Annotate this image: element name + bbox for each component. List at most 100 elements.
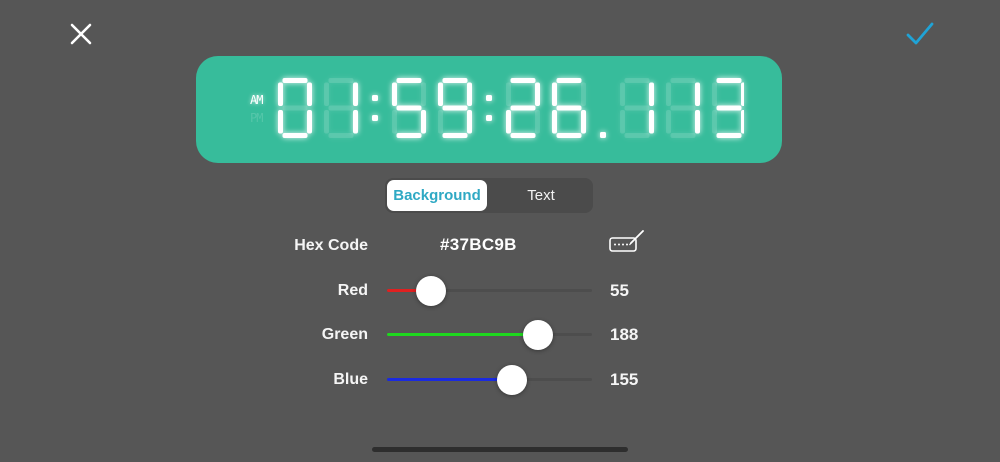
target-segmented-control: Background Text: [385, 178, 593, 213]
segment-6-a: [510, 78, 536, 83]
segment-0-d: [282, 133, 308, 138]
segment-10-e: [666, 110, 671, 134]
separator-dot-5a: [486, 95, 492, 101]
segment-0-a: [282, 78, 308, 83]
am-pm-indicator: AM PM: [250, 91, 272, 127]
segment-11-c: [741, 110, 744, 134]
segment-9-b: [649, 82, 654, 106]
segment-4-b: [467, 82, 472, 106]
pm-label: PM: [250, 111, 263, 125]
segment-1-g: [328, 105, 354, 111]
checkmark-icon: [906, 22, 934, 45]
segment-9-d: [624, 133, 650, 138]
green-slider-fill: [387, 333, 539, 336]
segment-11-a: [716, 78, 742, 83]
segment-3-b: [421, 82, 426, 106]
segment-6-g: [510, 105, 536, 111]
green-slider[interactable]: [387, 320, 592, 350]
segment-1-e: [324, 110, 329, 134]
segment-3-g: [396, 105, 422, 111]
red-value: 55: [610, 281, 629, 300]
hex-code-value[interactable]: #37BC9B: [440, 235, 540, 255]
segment-11-g: [716, 105, 742, 111]
segment-3-c: [421, 110, 426, 134]
keyboard-edit-icon: [609, 230, 644, 252]
segment-4-e: [438, 110, 443, 134]
separator-dot-5b: [486, 115, 492, 121]
segment-4-f: [438, 82, 443, 106]
segment-1-d: [328, 133, 354, 138]
segment-10-g: [670, 105, 696, 111]
digital-time-display: [278, 78, 744, 138]
segment-6-f: [506, 82, 511, 106]
segment-7-a: [556, 78, 582, 83]
segment-4-g: [442, 105, 468, 111]
segment-0-g: [282, 105, 308, 111]
segment-4-a: [442, 78, 468, 83]
separator-dot-8: [600, 132, 606, 138]
blue-label: Blue: [333, 371, 368, 388]
segment-9-e: [620, 110, 625, 134]
segment-1-b: [353, 82, 358, 106]
segment-7-g: [556, 105, 582, 111]
segment-10-b: [695, 82, 700, 106]
hex-edit-button[interactable]: [608, 229, 646, 255]
confirm-button[interactable]: [902, 18, 938, 50]
segment-6-e: [506, 110, 511, 134]
segment-11-b: [741, 82, 744, 106]
home-indicator[interactable]: [372, 447, 628, 452]
segment-9-f: [620, 82, 625, 106]
hex-code-label: Hex Code: [294, 237, 368, 254]
segment-10-f: [666, 82, 671, 106]
red-slider[interactable]: [387, 276, 592, 306]
segment-9-g: [624, 105, 650, 111]
red-slider-thumb[interactable]: [416, 276, 447, 306]
segment-3-d: [396, 133, 422, 138]
segment-1-a: [328, 78, 354, 83]
segment-0-e: [278, 110, 283, 134]
green-slider-thumb[interactable]: [523, 320, 554, 350]
segment-10-d: [670, 133, 696, 138]
segment-3-a: [396, 78, 422, 83]
segment-7-b: [581, 82, 586, 106]
red-label: Red: [337, 282, 368, 299]
segment-6-b: [535, 82, 540, 106]
segment-7-d: [556, 133, 582, 138]
segment-7-e: [552, 110, 557, 134]
green-value: 188: [610, 325, 639, 344]
blue-slider[interactable]: [387, 365, 592, 395]
segment-9-c: [649, 110, 654, 134]
tab-text[interactable]: Text: [491, 180, 591, 211]
separator-dot-2a: [372, 95, 378, 101]
segment-11-d: [716, 133, 742, 138]
green-label: Green: [321, 326, 368, 343]
segment-6-d: [510, 133, 536, 138]
blue-slider-fill: [387, 378, 512, 381]
blue-value: 155: [610, 370, 639, 389]
segment-1-c: [353, 110, 358, 134]
clock-preview: AM PM: [196, 56, 782, 163]
segment-11-e: [712, 110, 717, 134]
close-icon: [70, 23, 92, 45]
segment-11-f: [712, 82, 717, 106]
segment-9-a: [624, 78, 650, 83]
segment-3-e: [392, 110, 397, 134]
am-label: AM: [250, 93, 263, 107]
segment-0-c: [307, 110, 312, 134]
close-button[interactable]: [66, 19, 96, 49]
segment-7-f: [552, 82, 557, 106]
segment-0-f: [278, 82, 283, 106]
tab-background[interactable]: Background: [387, 180, 487, 211]
segment-1-f: [324, 82, 329, 106]
segment-7-c: [581, 110, 586, 134]
segment-0-b: [307, 82, 312, 106]
segment-6-c: [535, 110, 540, 134]
segment-4-d: [442, 133, 468, 138]
segment-10-a: [670, 78, 696, 83]
segment-3-f: [392, 82, 397, 106]
segment-4-c: [467, 110, 472, 134]
color-picker-screen: AM PM Background Text Hex Code #37BC9B R…: [0, 0, 1000, 462]
blue-slider-thumb[interactable]: [496, 365, 527, 395]
separator-dot-2b: [372, 115, 378, 121]
segment-10-c: [695, 110, 700, 134]
